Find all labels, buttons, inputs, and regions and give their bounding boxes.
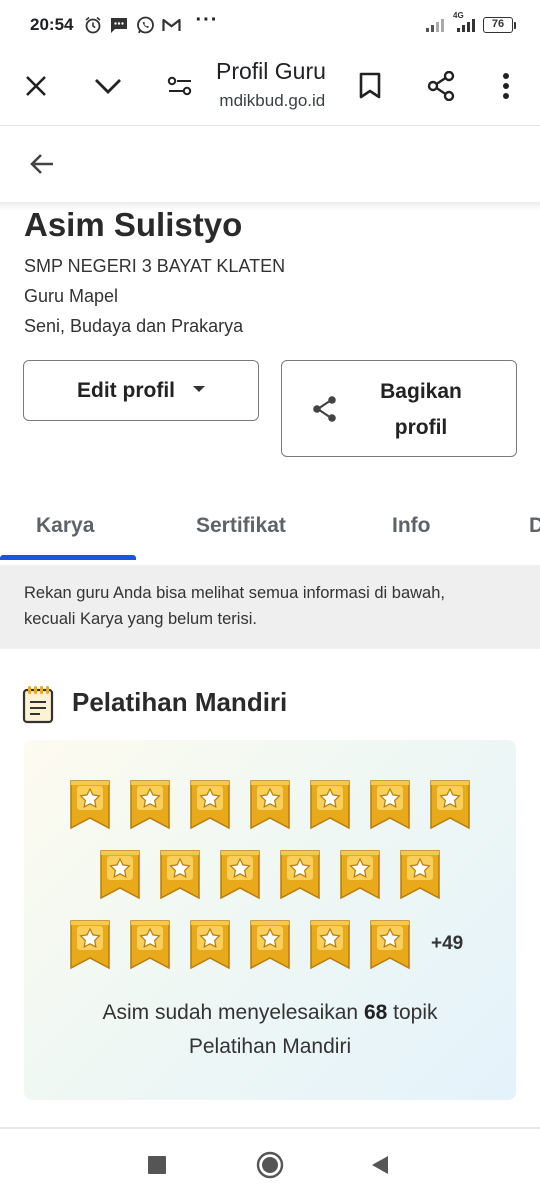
summary-post: topik (387, 1001, 438, 1024)
star-badge-icon (309, 778, 351, 830)
edit-profile-button[interactable]: Edit profil (23, 360, 259, 421)
home-circle-icon (256, 1151, 284, 1179)
star-badge-icon (69, 918, 111, 970)
share-button[interactable] (415, 60, 467, 112)
edit-profile-label: Edit profil (77, 378, 175, 402)
star-badge-icon (339, 848, 381, 900)
share-profile-button[interactable]: Bagikan profil (281, 360, 517, 457)
tab-partial[interactable]: D (529, 495, 540, 557)
star-badge-icon (159, 848, 201, 900)
close-icon (26, 76, 46, 96)
bookmark-icon (359, 72, 381, 99)
arrow-back-icon (30, 154, 53, 174)
star-badge-icon (249, 778, 291, 830)
star-badge-icon (99, 848, 141, 900)
achievement-summary: Asim sudah menyelesaikan 68 topik Pelati… (24, 996, 516, 1064)
triangle-back-icon (372, 1156, 388, 1174)
star-badge-icon (249, 918, 291, 970)
notepad-icon (22, 686, 54, 724)
profile-subject: Seni, Budaya dan Prakarya (24, 316, 244, 336)
browser-toolbar: Profil Guru mdikbud.go.id (0, 50, 540, 126)
star-badge-icon (399, 848, 441, 900)
close-tab-button[interactable] (10, 60, 62, 112)
star-badge-icon (429, 778, 471, 830)
whatsapp-icon (135, 15, 155, 35)
signal-4g-icon: 4G (451, 11, 477, 35)
back-button[interactable] (18, 140, 66, 188)
star-badge-icon (189, 918, 231, 970)
visibility-notice-line-1: Rekan guru Anda bisa melihat semua infor… (24, 584, 445, 602)
star-badge-icon (369, 778, 411, 830)
profile-school: SMP NEGERI 3 BAYAT KLATEN (24, 256, 286, 276)
summary-count: 68 (363, 1001, 388, 1024)
star-badge-icon (279, 848, 321, 900)
active-tab-indicator (0, 555, 136, 560)
visibility-notice-line-2: kecuali Karya yang belum terisi. (24, 610, 257, 628)
gmail-icon (161, 15, 181, 35)
share-profile-label-2: profil (394, 415, 448, 439)
battery-level: 76 (483, 17, 513, 33)
star-badge-icon (129, 918, 171, 970)
status-time: 20:54 (30, 15, 74, 34)
profile-name: Asim Sulistyo (24, 206, 243, 243)
more-badges-count[interactable]: +49 (431, 933, 463, 955)
profile-role: Guru Mapel (24, 286, 119, 306)
visibility-notice: Rekan guru Anda bisa melihat semua infor… (0, 565, 540, 649)
status-bar: 20:54 ··· 4G 76 (0, 0, 540, 50)
page-settings-icon (167, 76, 192, 96)
star-badge-icon (369, 918, 411, 970)
system-nav-bar (0, 1129, 540, 1200)
more-vert-icon (503, 73, 509, 99)
profile-tabs: Karya Sertifikat Info D (0, 495, 540, 565)
summary-line-2: Pelatihan Mandiri (188, 1035, 352, 1058)
star-badge-icon (189, 778, 231, 830)
summary-pre: Asim sudah menyelesaikan (102, 1001, 364, 1024)
more-menu-button[interactable] (480, 60, 532, 112)
minimize-button[interactable] (82, 60, 134, 112)
square-icon (148, 1156, 166, 1174)
section-title: Pelatihan Mandiri (72, 687, 288, 717)
page-title: Profil Guru (216, 58, 326, 84)
system-back-button[interactable] (358, 1143, 402, 1187)
network-type: 4G (453, 11, 464, 20)
home-button[interactable] (248, 1143, 292, 1187)
signal-icon (425, 15, 445, 35)
page-url[interactable]: mdikbud.go.id (218, 91, 325, 111)
share-icon (313, 395, 336, 422)
alarm-icon (83, 15, 103, 35)
star-badge-icon (129, 778, 171, 830)
tab-info[interactable]: Info (392, 495, 430, 557)
chevron-down-icon (95, 79, 121, 94)
share-icon (427, 71, 455, 101)
page-settings-button[interactable] (154, 60, 206, 112)
message-icon (109, 15, 129, 35)
star-badge-icon (309, 918, 351, 970)
tab-sertifikat[interactable]: Sertifikat (196, 495, 286, 557)
bookmark-button[interactable] (344, 60, 396, 112)
recent-apps-button[interactable] (135, 1143, 179, 1187)
tab-karya[interactable]: Karya (36, 495, 94, 557)
star-badge-icon (219, 848, 261, 900)
share-profile-label-1: Bagikan (380, 379, 462, 403)
star-badge-icon (69, 778, 111, 830)
battery-icon: 76 (483, 17, 516, 33)
dropdown-caret-icon (193, 385, 205, 392)
more-dots-icon: ··· (195, 9, 219, 31)
